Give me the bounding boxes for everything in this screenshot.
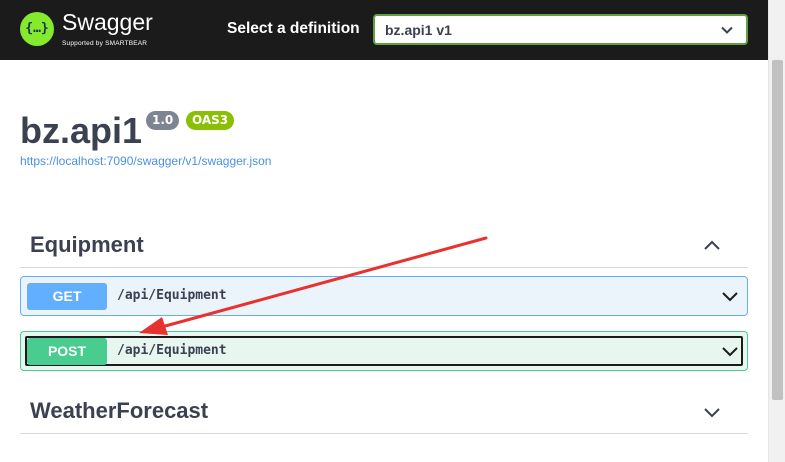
chevron-down-icon[interactable] bbox=[702, 402, 722, 422]
api-title: bz.api1 bbox=[20, 110, 143, 151]
page-scrollbar[interactable] bbox=[768, 0, 785, 462]
swagger-logo-glyph: {…} bbox=[25, 21, 49, 36]
definition-select-value: bz.api1 v1 bbox=[385, 22, 452, 38]
method-badge-post: POST bbox=[27, 338, 107, 365]
swagger-logo-icon[interactable]: {…} bbox=[20, 12, 54, 46]
method-badge-get: GET bbox=[27, 283, 107, 310]
operation-path: /api/Equipment bbox=[117, 343, 227, 358]
version-badge: 1.0 bbox=[146, 111, 180, 130]
swagger-logo-text[interactable]: Swagger bbox=[62, 9, 153, 36]
spec-url-link[interactable]: https://localhost:7090/swagger/v1/swagge… bbox=[20, 154, 271, 168]
swagger-logo-tagline: Supported by SMARTBEAR bbox=[62, 40, 148, 47]
definition-label: Select a definition bbox=[227, 20, 360, 37]
operation-post-equipment[interactable]: POST /api/Equipment bbox=[20, 331, 748, 371]
annotation-arrow bbox=[139, 236, 488, 335]
chevron-down-icon[interactable] bbox=[721, 342, 739, 360]
topbar: {…} Swagger Supported by SMARTBEAR Selec… bbox=[0, 0, 768, 60]
oas-badge: OAS3 bbox=[186, 111, 235, 130]
tag-equipment[interactable]: Equipment bbox=[20, 232, 748, 268]
operation-get-equipment[interactable]: GET /api/Equipment bbox=[20, 276, 748, 316]
tag-weatherforecast[interactable]: WeatherForecast bbox=[20, 398, 748, 434]
scrollbar-thumb[interactable] bbox=[772, 60, 783, 400]
chevron-up-icon[interactable] bbox=[702, 236, 722, 256]
tag-name: WeatherForecast bbox=[30, 398, 209, 423]
chevron-down-icon[interactable] bbox=[721, 287, 739, 305]
tag-name: Equipment bbox=[30, 232, 144, 257]
definition-select[interactable]: bz.api1 v1 bbox=[373, 14, 748, 45]
chevron-down-icon bbox=[721, 26, 733, 34]
operation-path: /api/Equipment bbox=[117, 288, 227, 303]
